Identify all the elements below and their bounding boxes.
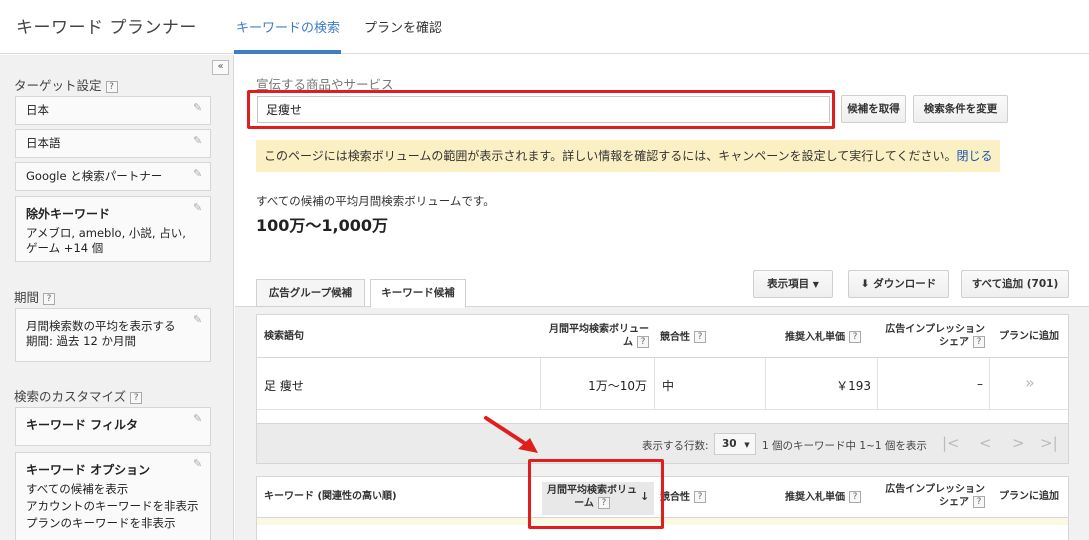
targeting-heading: ターゲット設定? [14, 75, 118, 94]
tab-keyword-ideas[interactable]: キーワード候補 [370, 279, 466, 308]
col-suggested-bid[interactable]: 推奨入札単価? [785, 331, 861, 344]
col-search-term[interactable]: 検索語句 [264, 331, 304, 343]
col-keyword[interactable]: キーワード (関連性の高い順) [264, 491, 397, 503]
red-arrow-icon [484, 416, 538, 453]
help-icon[interactable]: ? [973, 336, 985, 348]
competition-cell: 中 [662, 379, 675, 393]
negative-keywords-setting[interactable]: 除外キーワード アメブロ, ameblo, 小説, 占い, ゲーム +14 個 … [15, 196, 211, 262]
notice-banner: このページには検索ボリュームの範囲が表示されます。詳しい情報を確認するには、キャ… [256, 140, 1000, 172]
chevron-down-icon: ▼ [812, 280, 819, 289]
get-ideas-button[interactable]: 候補を取得 [841, 95, 906, 123]
volume-cell: 1万～10万 [588, 379, 647, 393]
first-page-icon[interactable]: |< [942, 434, 960, 452]
tab-review-plan[interactable]: プランを確認 [364, 17, 442, 36]
col-impression-share[interactable]: 広告インプレッションシェア? [881, 484, 985, 509]
pencil-icon[interactable]: ✎ [193, 314, 203, 325]
option-item: すべての候補を表示 [26, 482, 129, 496]
help-icon[interactable]: ? [973, 496, 985, 508]
col-monthly-volume[interactable]: 月間平均検索ボリューム? [543, 324, 649, 349]
avg-volume-value: 100万～1,000万 [256, 216, 389, 235]
customize-heading: 検索のカスタマイズ? [14, 386, 143, 405]
keyword-options-setting[interactable]: キーワード オプション すべての候補を表示 アカウントのキーワードを非表示 プラ… [15, 452, 211, 540]
keyword-filter-setting[interactable]: キーワード フィルタ ✎ [15, 407, 211, 446]
col-impression-share[interactable]: 広告インプレッションシェア? [881, 324, 985, 349]
option-item: アカウントのキーワードを非表示 [26, 499, 199, 513]
help-icon[interactable]: ? [849, 491, 861, 503]
col-add-to-plan: プランに追加 [999, 491, 1059, 502]
help-icon[interactable]: ? [849, 331, 861, 343]
help-icon[interactable]: ? [694, 491, 706, 503]
pencil-icon[interactable]: ✎ [193, 102, 203, 113]
last-page-icon[interactable]: >| [1040, 434, 1058, 452]
download-icon: ⬇ [860, 278, 870, 290]
col-add-to-plan: プランに追加 [999, 331, 1059, 342]
tab-keyword-search[interactable]: キーワードの検索 [236, 17, 340, 36]
prev-page-icon[interactable]: < [979, 434, 992, 452]
rows-per-page-label: 表示する行数: [642, 440, 709, 452]
rows-per-page-select[interactable]: 30 ▼ [714, 433, 756, 455]
pencil-icon[interactable]: ✎ [193, 202, 203, 213]
pencil-icon[interactable]: ✎ [193, 413, 203, 424]
download-button[interactable]: ⬇ ダウンロード [848, 270, 949, 298]
language-setting[interactable]: 日本語 ✎ [15, 129, 211, 158]
app-title: キーワード プランナー [16, 18, 197, 38]
help-icon[interactable]: ? [130, 391, 143, 404]
columns-button[interactable]: 表示項目 ▼ [753, 270, 833, 298]
highlight-keyword-input [247, 90, 835, 129]
col-suggested-bid[interactable]: 推奨入札単価? [785, 491, 861, 504]
help-icon[interactable]: ? [637, 336, 649, 348]
location-setting[interactable]: 日本 ✎ [15, 96, 211, 125]
help-icon[interactable]: ? [43, 292, 56, 305]
pencil-icon[interactable]: ✎ [193, 458, 203, 469]
help-icon[interactable]: ? [105, 80, 118, 93]
pager: 表示する行数: 30 ▼ 1 個のキーワード中 1~1 個を表示 |< < > … [256, 424, 1069, 464]
pencil-icon[interactable]: ✎ [193, 168, 203, 179]
col-competition[interactable]: 競合性? [660, 491, 706, 504]
tab-ad-group-ideas[interactable]: 広告グループ候補 [256, 279, 365, 307]
top-bar: キーワード プランナー キーワードの検索 プランを確認 [0, 0, 1089, 54]
period-heading: 期間? [14, 287, 56, 306]
active-tab-indicator [234, 50, 341, 54]
search-terms-table: 検索語句 月間平均検索ボリューム? 競合性? 推奨入札単価? 広告インプレッショ… [256, 314, 1069, 424]
col-competition[interactable]: 競合性? [660, 331, 706, 344]
chevron-down-icon: ▼ [744, 441, 750, 449]
pencil-icon[interactable]: ✎ [193, 135, 203, 146]
help-icon[interactable]: ? [694, 331, 706, 343]
highlight-volume-column [528, 459, 664, 529]
pager-summary: 1 個のキーワード中 1~1 個を表示 [762, 440, 927, 452]
modify-search-button[interactable]: 検索条件を変更 [913, 95, 1008, 123]
impression-share-cell: – [977, 377, 983, 391]
bid-cell: ￥193 [836, 379, 871, 393]
next-page-icon[interactable]: > [1012, 434, 1025, 452]
search-term-cell: 足 痩せ [264, 379, 304, 393]
avg-volume-label: すべての候補の平均月間検索ボリュームです。 [256, 194, 495, 208]
collapse-sidebar-button[interactable]: « [212, 60, 229, 75]
add-all-button[interactable]: すべて追加 (701) [961, 270, 1069, 298]
network-setting[interactable]: Google と検索パートナー ✎ [15, 162, 211, 191]
sidebar: « ターゲット設定? 日本 ✎ 日本語 ✎ Google と検索パートナー ✎ … [0, 55, 234, 540]
add-to-plan-icon[interactable]: » [1025, 373, 1035, 392]
notice-close-link[interactable]: 閉じる [957, 149, 993, 163]
option-item: プランのキーワードを非表示 [26, 516, 176, 530]
period-setting[interactable]: 月間検索数の平均を表示する 期間: 過去 12 か月間 ✎ [15, 308, 211, 362]
